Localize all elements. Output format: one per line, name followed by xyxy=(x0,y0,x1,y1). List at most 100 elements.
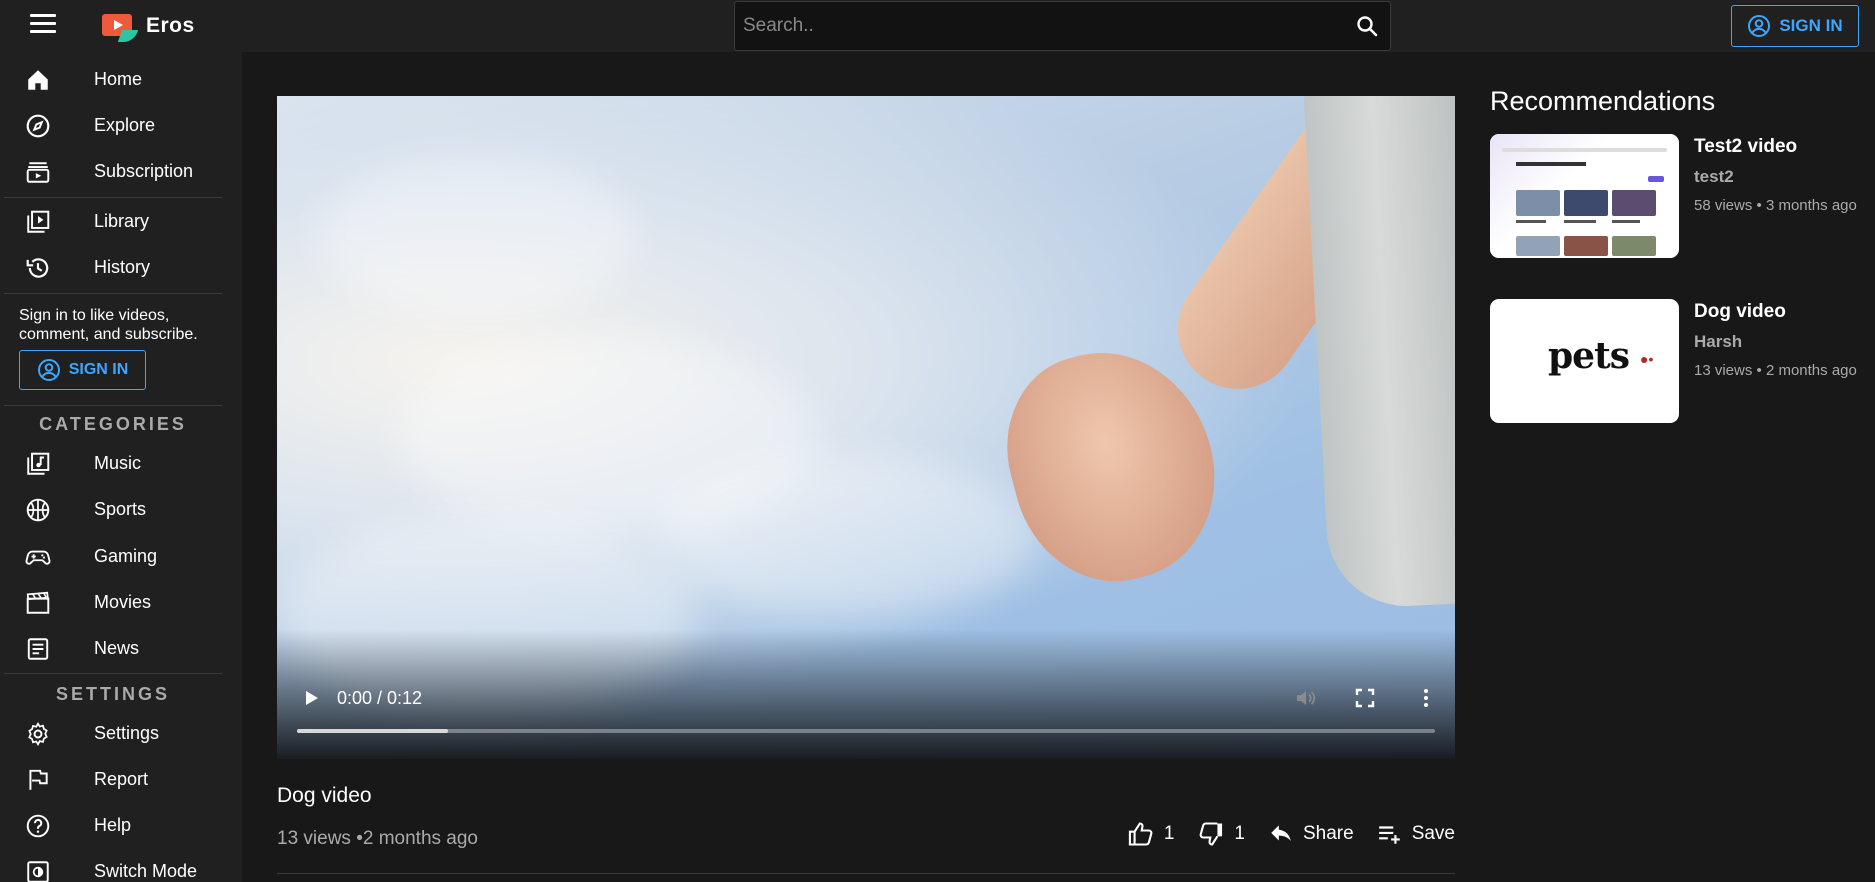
logo-icon xyxy=(102,12,139,42)
sidebar-divider xyxy=(4,405,222,406)
video-thumbnail[interactable]: pets ●• xyxy=(1490,299,1679,423)
share-button[interactable]: Share xyxy=(1267,821,1354,847)
mute-button[interactable] xyxy=(1293,686,1317,715)
sports-icon xyxy=(24,496,52,524)
volume-icon xyxy=(1297,691,1316,705)
more-vertical-icon xyxy=(1424,689,1428,707)
settings-title: SETTINGS xyxy=(55,684,170,704)
share-icon xyxy=(1271,825,1291,842)
sidebar-item-label: Subscription xyxy=(94,160,194,181)
sidebar-divider xyxy=(4,293,222,294)
dislike-button[interactable]: 1 xyxy=(1196,820,1245,848)
news-icon xyxy=(24,635,52,663)
video-thumbnail[interactable] xyxy=(1490,134,1679,258)
paw-icon: ●• xyxy=(1640,351,1654,367)
video-frame-sleeve xyxy=(1303,96,1455,611)
like-button[interactable]: 1 xyxy=(1126,820,1175,848)
recommendation-item[interactable]: Test2 video test2 58 views • 3 months ag… xyxy=(1490,134,1870,260)
help-icon xyxy=(24,812,52,840)
sidebar-item-news[interactable]: News xyxy=(0,625,222,671)
video-timecode: 0:00 / 0:12 xyxy=(337,688,423,708)
video-actions: 1 1 Share Save xyxy=(1126,820,1455,848)
controls-overlay xyxy=(277,629,1455,759)
explore-icon xyxy=(24,112,52,140)
recommendation-channel[interactable]: Harsh xyxy=(1694,332,1742,352)
sidebar-item-settings[interactable]: Settings xyxy=(0,710,222,756)
sidebar-item-label: Report xyxy=(94,768,149,789)
sidebar-item-library[interactable]: Library xyxy=(0,198,222,244)
header-signin-label: SIGN IN xyxy=(1779,16,1843,35)
sidebar-item-label: Gaming xyxy=(94,545,158,566)
video-progress-bar[interactable] xyxy=(297,729,1435,733)
app-name: Eros xyxy=(146,14,195,37)
dislike-count: 1 xyxy=(1234,823,1245,844)
menu-icon[interactable] xyxy=(30,14,56,36)
sidebar-item-help[interactable]: Help xyxy=(0,802,222,848)
search-icon xyxy=(1357,16,1378,37)
sidebar-item-label: Help xyxy=(94,814,132,835)
sidebar-item-switch-mode[interactable]: Switch Mode xyxy=(0,848,222,882)
more-options-button[interactable] xyxy=(1414,686,1438,715)
history-icon xyxy=(24,254,52,282)
logo[interactable]: Eros xyxy=(102,12,195,42)
flag-icon xyxy=(24,766,52,794)
gear-icon xyxy=(24,720,52,748)
thumbs-down-icon xyxy=(1199,822,1223,846)
sidebar-item-music[interactable]: Music xyxy=(0,440,222,486)
video-player[interactable]: 0:00 / 0:12 xyxy=(277,96,1455,759)
search-input[interactable] xyxy=(735,2,1344,50)
recommendation-item[interactable]: pets ●• Dog video Harsh 13 views • 2 mon… xyxy=(1490,299,1870,425)
video-frame-cloud xyxy=(657,456,1037,616)
recommendation-title[interactable]: Test2 video xyxy=(1694,136,1797,158)
sidebar-item-label: Switch Mode xyxy=(94,860,198,881)
video-meta: 13 views •2 months ago xyxy=(277,828,478,849)
sidebar-item-label: Settings xyxy=(94,722,160,743)
info-divider xyxy=(277,873,1455,874)
sidebar: Home Explore Subscription Library Histor… xyxy=(0,52,242,882)
save-label: Save xyxy=(1411,823,1455,844)
sidebar-divider xyxy=(4,673,222,674)
recommendation-channel[interactable]: test2 xyxy=(1694,167,1734,187)
sidebar-item-label: Sports xyxy=(94,498,147,519)
sidebar-item-sports[interactable]: Sports xyxy=(0,486,222,532)
search-button[interactable] xyxy=(1344,2,1390,50)
home-icon xyxy=(24,66,52,94)
video-title: Dog video xyxy=(277,784,372,807)
sidebar-item-history[interactable]: History xyxy=(0,244,222,290)
video-progress-fill xyxy=(297,729,449,733)
fullscreen-icon xyxy=(1355,688,1375,708)
sidebar-signin-label: SIGN IN xyxy=(68,361,129,378)
recommendations-heading: Recommendations xyxy=(1490,86,1716,116)
like-count: 1 xyxy=(1163,823,1175,844)
account-icon xyxy=(1748,15,1771,37)
sidebar-item-home[interactable]: Home xyxy=(0,56,222,102)
recommendation-title[interactable]: Dog video xyxy=(1694,301,1786,323)
account-icon xyxy=(37,359,60,381)
thumbnail-text: pets xyxy=(1548,335,1630,377)
play-icon xyxy=(306,691,318,705)
sidebar-item-explore[interactable]: Explore xyxy=(0,102,222,148)
subscription-icon xyxy=(24,158,52,186)
music-icon xyxy=(24,450,52,478)
sidebar-item-label: News xyxy=(94,637,140,658)
play-button[interactable] xyxy=(301,688,321,713)
sidebar-item-label: Home xyxy=(94,68,143,89)
sidebar-item-report[interactable]: Report xyxy=(0,756,222,802)
sidebar-item-label: Explore xyxy=(94,114,156,135)
sidebar-item-subscription[interactable]: Subscription xyxy=(0,148,222,194)
video-frame-cloud xyxy=(317,156,637,316)
sidebar-signin-button[interactable]: SIGN IN xyxy=(19,350,146,390)
fullscreen-button[interactable] xyxy=(1354,687,1376,714)
sidebar-item-label: History xyxy=(94,256,151,277)
sidebar-item-movies[interactable]: Movies xyxy=(0,579,222,625)
header-signin-button[interactable]: SIGN IN xyxy=(1731,5,1859,47)
sidebar-item-gaming[interactable]: Gaming xyxy=(0,533,222,579)
sidebar-item-label: Music xyxy=(94,452,142,473)
sidebar-item-label: Library xyxy=(94,210,150,231)
share-label: Share xyxy=(1302,823,1354,844)
switch-mode-icon xyxy=(24,858,52,882)
library-icon xyxy=(24,208,52,236)
playlist-add-icon xyxy=(1378,826,1400,844)
save-button[interactable]: Save xyxy=(1376,821,1455,847)
recommendation-meta: 13 views • 2 months ago xyxy=(1694,362,1857,379)
